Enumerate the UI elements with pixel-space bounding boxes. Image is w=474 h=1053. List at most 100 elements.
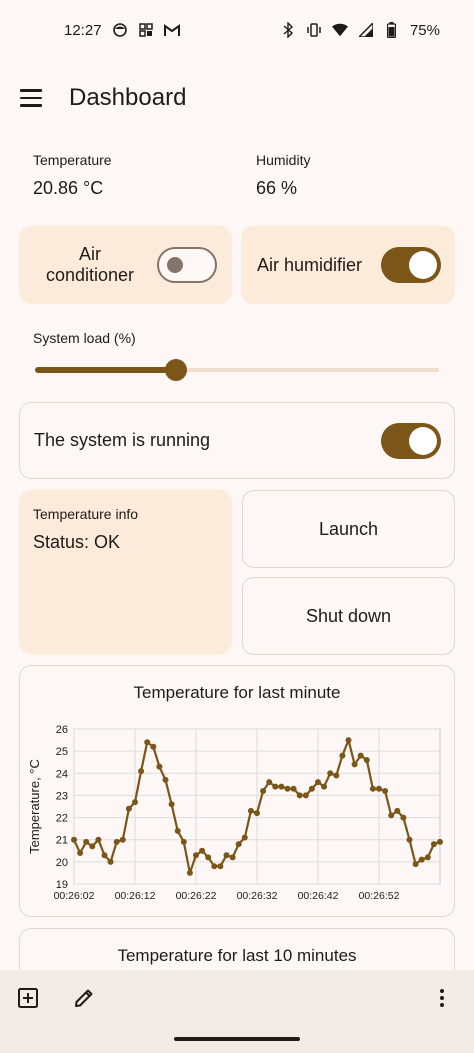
data-point — [418, 856, 425, 863]
vibrate-icon — [306, 22, 322, 38]
x-tick-label: 00:26:42 — [298, 890, 339, 902]
system-load-slider[interactable] — [35, 359, 439, 381]
temperature-minute-chart-card: Temperature for last minute 19 20 21 22 23 24… — [19, 665, 455, 917]
data-point — [437, 838, 443, 845]
data-point — [71, 836, 77, 843]
data-point — [345, 737, 352, 744]
data-point — [412, 861, 419, 868]
data-point — [290, 785, 297, 792]
data-point — [217, 863, 224, 870]
data-point — [174, 827, 181, 834]
chart-title-10min: Temperature for last 10 minutes — [117, 946, 357, 965]
data-point — [284, 785, 291, 792]
gesture-bar — [174, 1037, 300, 1041]
temperature-status: Status: OK — [33, 532, 121, 552]
system-running-switch[interactable] — [381, 423, 441, 459]
data-point — [296, 792, 303, 799]
data-point — [430, 841, 437, 848]
temperature-minute-chart: 192021222324252600:26:02 00:26:12 00:26:22… — [27, 724, 443, 902]
data-point — [168, 801, 175, 808]
data-point — [388, 812, 395, 819]
data-point — [247, 807, 254, 814]
y-tick-label: 25 — [56, 746, 68, 758]
data-point — [83, 838, 90, 845]
y-tick-label: 22 — [56, 813, 68, 825]
edit-icon[interactable] — [72, 986, 96, 1010]
data-point — [229, 854, 236, 861]
clock: 12:27 — [64, 21, 102, 39]
x-tick-label: 00:26:52 — [359, 890, 400, 902]
bluetooth-icon — [280, 22, 296, 38]
data-point — [376, 785, 382, 792]
add-box-icon[interactable] — [16, 986, 40, 1010]
data-point — [254, 810, 260, 817]
shut-down-button[interactable]: Shut down — [242, 577, 455, 655]
status-bar: 12:27 75% — [0, 0, 474, 60]
data-point — [132, 799, 138, 806]
x-tick-label: 00:26:22 — [176, 890, 217, 902]
data-point — [156, 763, 163, 770]
data-point — [400, 814, 407, 821]
data-point — [101, 852, 108, 859]
app-bar: Dashboard — [0, 68, 474, 128]
air-humidifier-label: Air humidifier — [257, 254, 363, 275]
data-point — [113, 838, 120, 845]
battery-percent: 75% — [409, 21, 440, 39]
data-point — [308, 785, 315, 792]
data-point — [186, 869, 193, 876]
air-conditioner-switch[interactable] — [157, 247, 217, 283]
data-point — [205, 854, 212, 861]
page-title: Dashboard — [69, 84, 187, 111]
humidity-value: 66 % — [256, 178, 298, 198]
data-point — [162, 776, 169, 783]
face-icon — [112, 22, 128, 38]
data-point — [77, 850, 84, 856]
data-point — [351, 761, 358, 768]
data-point — [406, 836, 413, 843]
data-point — [223, 852, 230, 859]
data-point — [382, 788, 389, 794]
data-point — [241, 834, 248, 841]
humidity-label: Humidity — [256, 152, 311, 168]
data-point — [272, 783, 279, 790]
x-tick-label: 00:26:32 — [237, 890, 278, 902]
temperature-label: Temperature — [33, 152, 112, 168]
y-tick-label: 23 — [56, 790, 68, 802]
system-running-label: The system is running — [34, 430, 211, 450]
data-point — [199, 847, 206, 854]
wifi-icon — [331, 22, 348, 38]
y-tick-label: 20 — [56, 857, 68, 869]
data-point — [424, 854, 431, 861]
data-point — [180, 838, 187, 845]
data-point — [321, 783, 328, 790]
data-point — [333, 772, 340, 779]
data-point — [138, 768, 145, 775]
data-point — [150, 743, 157, 750]
battery-icon — [384, 22, 400, 38]
menu-icon[interactable] — [20, 85, 46, 111]
temperature-value: 20.86 °C — [33, 178, 104, 198]
data-point — [357, 752, 364, 759]
data-point — [327, 770, 334, 777]
data-point — [394, 807, 401, 814]
data-point — [369, 785, 376, 792]
data-point — [119, 836, 126, 843]
data-point — [363, 757, 370, 763]
y-tick-label: 26 — [56, 724, 68, 736]
slider-thumb[interactable] — [165, 359, 188, 381]
humidity-reading: Humidity 66 % — [256, 152, 310, 199]
data-point — [125, 805, 132, 812]
air-humidifier-switch[interactable] — [381, 247, 441, 283]
launch-button[interactable]: Launch — [242, 490, 455, 568]
data-point — [339, 752, 346, 759]
signal-icon — [358, 22, 374, 38]
temperature-reading: Temperature 20.86 °C — [33, 152, 112, 199]
y-tick-label: 21 — [56, 835, 68, 847]
x-tick-label: 00:26:02 — [54, 890, 95, 902]
more-vert-icon[interactable] — [430, 986, 454, 1010]
temperature-info-title: Temperature info — [33, 506, 139, 522]
slider-fill — [35, 367, 177, 373]
apps-icon — [138, 22, 154, 38]
data-point — [107, 858, 114, 865]
system-running-card: The system is running — [19, 402, 455, 479]
